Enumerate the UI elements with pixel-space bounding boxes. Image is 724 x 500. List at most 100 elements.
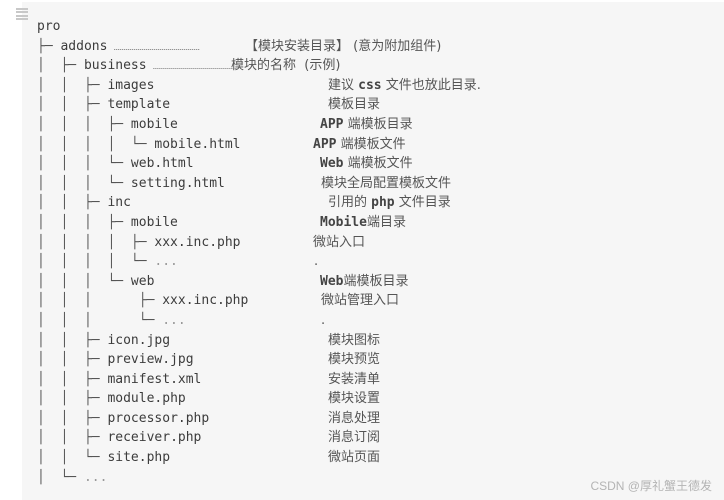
entry-description: 模块图标	[328, 331, 380, 351]
description-text: .	[321, 312, 326, 328]
entry-description: 引用的 php 文件目录	[328, 193, 451, 213]
entry-name: ...	[83, 469, 108, 485]
tree-entry: │ │ ├─ icon.jpg	[37, 331, 170, 351]
entry-name: site.php	[107, 450, 171, 466]
description-code: APP	[313, 136, 337, 152]
entry-description: Web端模板目录	[320, 272, 409, 292]
entry-description: 【模块安装目录】 (意为附加组件)	[245, 37, 441, 57]
entry-description: 微站管理入口	[321, 291, 399, 311]
entry-name: receiver.php	[107, 430, 202, 446]
tree-entry: │ │ ├─ preview.jpg	[37, 350, 194, 370]
list-icon[interactable]	[16, 8, 28, 20]
tree-connector: ├─	[37, 38, 61, 54]
entry-name: images	[107, 77, 155, 93]
tree-connector: │ │ ├─	[37, 352, 108, 368]
entry-description: 建议 css 文件也放此目录.	[328, 76, 481, 96]
tree-entry: │ │ │ │ ├─ xxx.inc.php	[37, 233, 241, 253]
entry-description: 模块设置	[328, 389, 380, 409]
entry-name: icon.jpg	[107, 332, 171, 348]
entry-description: 模块的名称 (示例)	[231, 56, 340, 76]
description-text: 微站入口	[313, 234, 366, 250]
tree-entry: │ │ ├─ images	[37, 76, 154, 96]
description-text: 模块图标	[328, 332, 381, 348]
tree-connector: │ │ ├─	[37, 410, 108, 426]
tree-entry: │ │ ├─ module.php	[37, 389, 186, 409]
watermark: CSDN @厚礼蟹王德发	[590, 479, 712, 493]
tree-connector: │ │ │ └─	[37, 175, 131, 191]
entry-name: processor.php	[107, 410, 210, 426]
description-text: 微站管理入口	[321, 293, 400, 309]
tree-entry: │ ├─ business ..........................…	[37, 56, 237, 77]
tree-connector: │ │ ├─	[37, 371, 108, 387]
tree-entry: │ │ ├─ receiver.php	[37, 428, 201, 448]
tree-entry: │ │ ├─ manifest.xml	[37, 370, 201, 390]
tree-entry: │ │ │ └─ web.html	[37, 154, 194, 174]
entry-description: 模块全局配置模板文件	[321, 174, 451, 194]
entry-name: mobile	[130, 214, 178, 230]
description-text: 文件目录	[394, 195, 451, 211]
tree-connector: │ ├─	[37, 58, 84, 74]
description-text: 端目录	[366, 214, 406, 230]
entry-name: inc	[107, 195, 131, 211]
tree-entry: │ │ │ ├─ xxx.inc.php	[37, 291, 248, 311]
tree-connector: │ │ │ └─	[37, 156, 131, 172]
entry-description: APP 端模板文件	[313, 135, 406, 155]
description-code: Web	[320, 273, 344, 289]
entry-name: xxx.inc.php	[162, 293, 249, 309]
entry-description: APP 端模板目录	[320, 115, 413, 135]
entry-description: 安装清单	[328, 370, 380, 390]
tree-entry: │ │ │ └─ setting.html	[37, 174, 225, 194]
tree-connector: │ └─	[37, 469, 84, 485]
leader-dots: ........................................…	[107, 41, 200, 52]
tree-connector: │ │ │ │ ├─	[37, 234, 155, 250]
description-text: 模块全局配置模板文件	[321, 175, 452, 191]
entry-description: .	[314, 252, 318, 272]
tree-entry: │ │ ├─ template	[37, 95, 170, 115]
entry-name: ...	[154, 254, 178, 270]
tree-connector: │ │ ├─	[37, 97, 108, 113]
description-text: 微站页面	[328, 450, 381, 466]
description-code: php	[371, 195, 395, 211]
entry-name: business	[83, 58, 147, 74]
entry-name: mobile	[130, 116, 178, 132]
entry-name: setting.html	[130, 175, 225, 191]
entry-description: 消息订阅	[328, 428, 380, 448]
entry-name: module.php	[107, 391, 186, 407]
tree-entry: │ │ │ ├─ mobile	[37, 115, 178, 135]
tree-entry: ├─ addons ..............................…	[37, 37, 200, 58]
entry-description: 消息处理	[328, 409, 380, 429]
description-text: 建议	[328, 77, 359, 93]
entry-description: .	[321, 311, 325, 331]
entry-name: manifest.xml	[107, 371, 202, 387]
description-text: 消息处理	[328, 410, 381, 426]
tree-connector: │ │ ├─	[37, 430, 108, 446]
tree-connector: │ │ │ │ └─	[37, 136, 155, 152]
tree-entry: │ │ │ │ └─ mobile.html	[37, 135, 241, 155]
description-text: .	[314, 254, 319, 270]
entry-description: 微站入口	[313, 233, 365, 253]
description-text: 端模板文件	[343, 156, 413, 172]
description-text: 【模块安装目录】 (意为附加组件)	[245, 38, 442, 54]
description-code: css	[358, 77, 382, 93]
description-text: 文件也放此目录.	[381, 77, 481, 93]
entry-name: mobile.html	[154, 136, 241, 152]
tree-entry: │ │ │ ├─ mobile	[37, 213, 178, 233]
entry-description: Web 端模板文件	[320, 154, 413, 174]
entry-name: preview.jpg	[107, 352, 194, 368]
tree-entry: │ │ ├─ inc	[37, 193, 131, 213]
tree-connector: │ │ │ ├─	[37, 293, 163, 309]
tree-entry: pro	[37, 17, 60, 37]
description-text: 消息订阅	[328, 430, 381, 446]
tree-entry: │ │ ├─ processor.php	[37, 409, 209, 429]
description-text: 端模板目录	[343, 116, 413, 132]
tree-connector: │ │ │ ├─	[37, 214, 131, 230]
tree-connector: │ │ │ └─	[37, 273, 131, 289]
leader-dots: ........................................…	[146, 61, 238, 72]
entry-name: web.html	[130, 156, 194, 172]
description-text: 安装清单	[328, 371, 381, 387]
tree-entry: │ │ └─ site.php	[37, 448, 170, 468]
entry-name: ...	[162, 312, 186, 328]
description-text: 端模板目录	[343, 273, 409, 289]
description-text: 模块的名称 (示例)	[231, 58, 341, 74]
entry-name: pro	[37, 19, 61, 34]
